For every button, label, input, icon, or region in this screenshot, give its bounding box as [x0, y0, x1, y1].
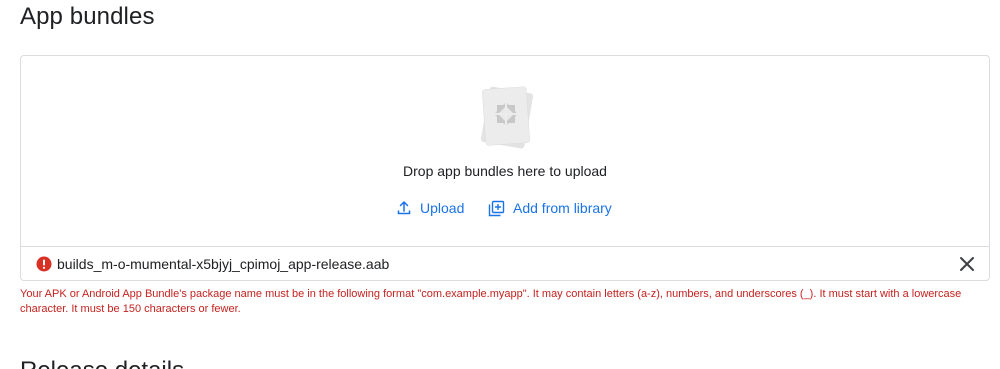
bundle-upload-illustration-icon — [475, 82, 539, 152]
remove-file-button[interactable] — [957, 254, 977, 274]
bundle-dropzone[interactable]: Drop app bundles here to upload Upload A… — [20, 55, 990, 281]
add-from-library-button[interactable]: Add from library — [488, 198, 612, 218]
upload-button[interactable]: Upload — [396, 198, 464, 218]
close-icon — [957, 257, 977, 278]
drop-instructions: Drop app bundles here to upload — [403, 163, 607, 179]
library-add-icon — [488, 200, 505, 217]
uploaded-file-row: builds_m-o-mumental-x5bjyj_cpimoj_app-re… — [21, 246, 989, 281]
upload-icon — [396, 200, 412, 216]
upload-label: Upload — [420, 200, 465, 216]
page: App bundles Drop app bundles here to upl… — [0, 0, 1000, 369]
file-name: builds_m-o-mumental-x5bjyj_cpimoj_app-re… — [57, 256, 390, 272]
error-icon — [36, 256, 52, 272]
add-from-library-label: Add from library — [513, 200, 612, 216]
section-title-app-bundles: App bundles — [20, 3, 155, 30]
package-name-error-message: Your APK or Android App Bundle's package… — [20, 288, 962, 315]
upload-actions: Upload Add from library — [21, 198, 989, 218]
section-title-release-details: Release details — [20, 356, 184, 369]
